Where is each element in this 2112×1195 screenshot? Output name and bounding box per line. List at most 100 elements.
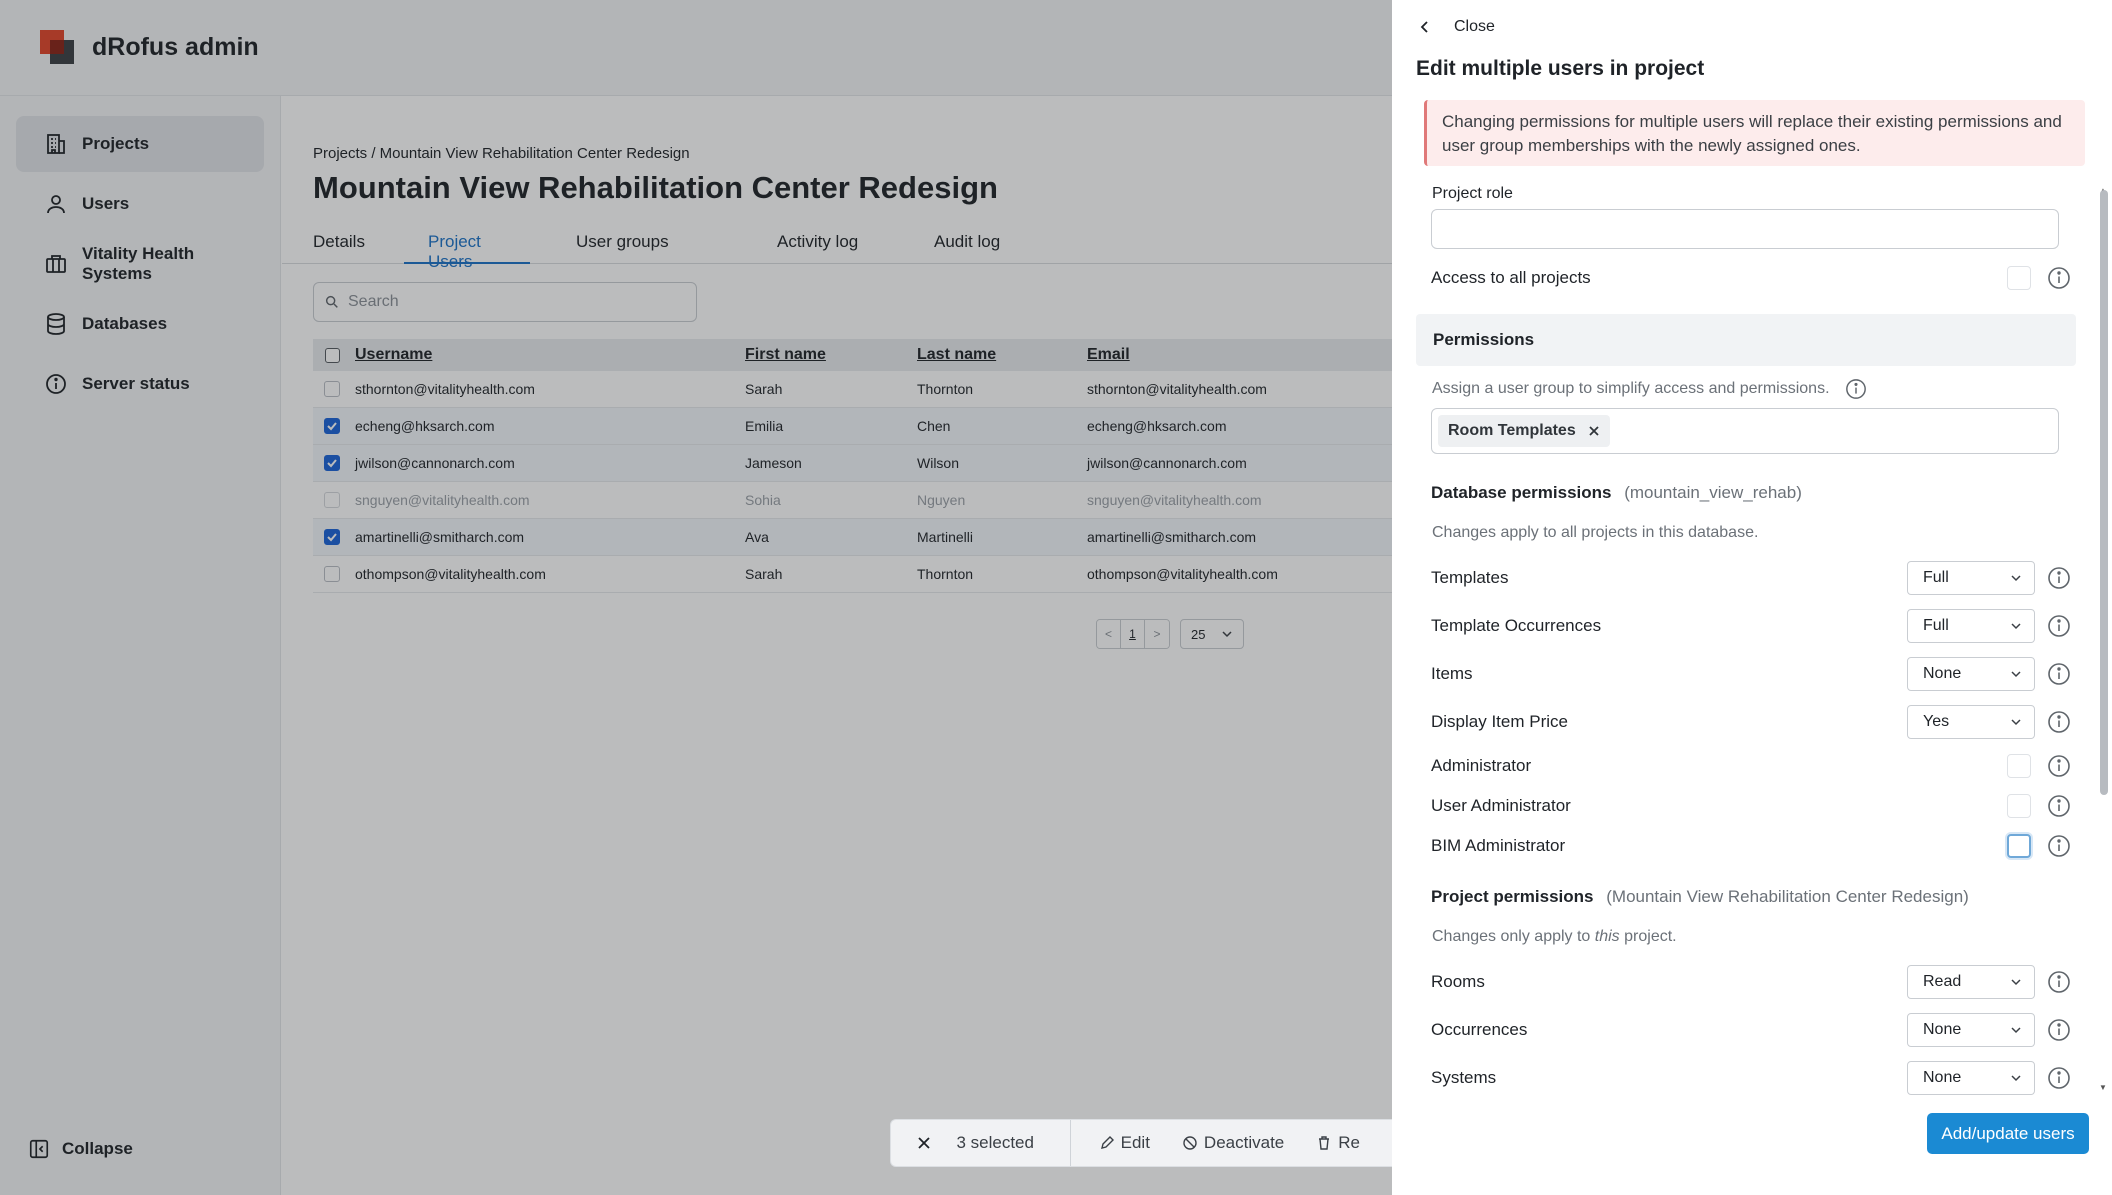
panel-title: Edit multiple users in project bbox=[1416, 57, 1705, 80]
chevron-down-icon bbox=[2011, 671, 2021, 678]
perm-name: Items bbox=[1431, 664, 1473, 683]
perm-name: Occurrences bbox=[1431, 1020, 1528, 1039]
close-panel-button[interactable]: Close bbox=[1418, 18, 1495, 36]
chevron-down-icon bbox=[2011, 979, 2021, 986]
remove-tag-icon[interactable] bbox=[1588, 425, 1600, 437]
administrator-checkbox[interactable] bbox=[2007, 754, 2031, 778]
perm-row-display-item-price: Display Item Price Yes bbox=[1431, 704, 2071, 740]
info-icon[interactable] bbox=[2047, 710, 2071, 734]
user-group-multiselect[interactable]: Room Templates bbox=[1431, 408, 2059, 454]
close-label: Close bbox=[1454, 18, 1495, 35]
bim-administrator-checkbox[interactable] bbox=[2007, 834, 2031, 858]
info-icon[interactable] bbox=[2047, 794, 2071, 818]
edit-button[interactable]: Edit bbox=[1099, 1133, 1150, 1153]
project-permissions-note: Changes only apply to this project. bbox=[1432, 928, 1677, 946]
perm-select-occurrences[interactable]: None bbox=[1907, 1013, 2035, 1047]
edit-label: Edit bbox=[1120, 1133, 1150, 1152]
perm-value: Read bbox=[1923, 973, 1962, 990]
user-group-tag-label: Room Templates bbox=[1448, 422, 1576, 439]
scroll-down-arrow[interactable]: ▼ bbox=[2099, 1083, 2107, 1092]
perm-select-systems[interactable]: None bbox=[1907, 1061, 2035, 1095]
add-update-users-button[interactable]: Add/update users bbox=[1927, 1113, 2089, 1154]
perm-value: Full bbox=[1923, 569, 1949, 586]
perm-row-items: Items None bbox=[1431, 656, 2071, 692]
chevron-down-icon bbox=[2011, 1075, 2021, 1082]
info-icon[interactable] bbox=[2047, 1018, 2071, 1042]
trash-icon bbox=[1319, 1136, 1330, 1150]
deactivate-label: Deactivate bbox=[1203, 1133, 1285, 1152]
project-note-text: Changes only apply to bbox=[1432, 928, 1595, 945]
perm-value: None bbox=[1923, 665, 1962, 682]
info-icon[interactable] bbox=[2047, 266, 2071, 290]
info-icon[interactable] bbox=[2047, 834, 2071, 858]
perm-name: Templates bbox=[1431, 568, 1509, 587]
access-all-projects-row: Access to all projects bbox=[1431, 260, 2071, 296]
close-icon bbox=[918, 1137, 930, 1149]
user-group-hint: Assign a user group to simplify access a… bbox=[1432, 380, 1830, 397]
chevron-down-icon bbox=[2011, 575, 2021, 582]
database-permissions-heading: Database permissions (mountain_view_reha… bbox=[1431, 483, 1802, 503]
database-permissions-title: Database permissions bbox=[1431, 483, 1612, 502]
perm-select-rooms[interactable]: Read bbox=[1907, 965, 2035, 999]
chevron-down-icon bbox=[2011, 1027, 2021, 1034]
project-permissions-heading: Project permissions (Mountain View Rehab… bbox=[1431, 887, 1969, 907]
panel-scrollbar[interactable] bbox=[2100, 190, 2108, 795]
perm-select-template-occurrences[interactable]: Full bbox=[1907, 609, 2035, 643]
perm-row-administrator: Administrator bbox=[1431, 748, 2071, 784]
info-icon[interactable] bbox=[2047, 970, 2071, 994]
perm-row-occurrences: Occurrences None bbox=[1431, 1012, 2071, 1048]
remove-button[interactable]: Re bbox=[1316, 1133, 1360, 1153]
pencil-icon bbox=[1100, 1136, 1114, 1149]
perm-name: User Administrator bbox=[1431, 796, 1571, 815]
chevron-down-icon bbox=[2011, 719, 2021, 726]
chevron-down-icon bbox=[2011, 623, 2021, 630]
perm-name: Administrator bbox=[1431, 756, 1532, 775]
user-group-hint-row: Assign a user group to simplify access a… bbox=[1432, 378, 1867, 400]
info-icon[interactable] bbox=[2047, 1066, 2071, 1090]
access-all-projects-checkbox[interactable] bbox=[2007, 266, 2031, 290]
modal-backdrop[interactable] bbox=[0, 0, 1392, 1195]
perm-row-bim-administrator: BIM Administrator bbox=[1431, 828, 2071, 864]
perm-select-display-item-price[interactable]: Yes bbox=[1907, 705, 2035, 739]
perm-value: Yes bbox=[1923, 713, 1950, 730]
app-root: dRofus admin Projects Users Vitality Hea… bbox=[0, 0, 2112, 1195]
permissions-heading: Permissions bbox=[1416, 314, 2076, 366]
ban-icon bbox=[1183, 1136, 1197, 1150]
clear-selection-button[interactable] bbox=[891, 1135, 956, 1151]
project-role-label: Project role bbox=[1432, 185, 1513, 202]
perm-name: Rooms bbox=[1431, 972, 1485, 991]
info-icon[interactable] bbox=[2047, 566, 2071, 590]
user-administrator-checkbox[interactable] bbox=[2007, 794, 2031, 818]
perm-name: BIM Administrator bbox=[1431, 836, 1566, 855]
perm-row-rooms: Rooms Read bbox=[1431, 964, 2071, 1000]
perm-select-items[interactable]: None bbox=[1907, 657, 2035, 691]
perm-row-user-administrator: User Administrator bbox=[1431, 788, 2071, 824]
bulk-action-bar: 3 selected Edit Deactivate Re bbox=[890, 1119, 1392, 1167]
access-all-projects-label: Access to all projects bbox=[1431, 268, 1591, 287]
info-icon[interactable] bbox=[2047, 662, 2071, 686]
perm-row-template-occurrences: Template Occurrences Full bbox=[1431, 608, 2071, 644]
selected-count: 3 selected bbox=[956, 1133, 1034, 1152]
project-note-emphasis: this bbox=[1594, 928, 1620, 945]
perm-select-templates[interactable]: Full bbox=[1907, 561, 2035, 595]
project-permissions-title: Project permissions bbox=[1431, 887, 1594, 906]
chevron-left-icon bbox=[1420, 21, 1428, 33]
project-role-input[interactable] bbox=[1431, 209, 2059, 249]
warning-alert: Changing permissions for multiple users … bbox=[1424, 100, 2085, 166]
database-name: (mountain_view_rehab) bbox=[1624, 483, 1802, 502]
user-group-tag: Room Templates bbox=[1438, 415, 1610, 447]
edit-users-panel: Close Edit multiple users in project Cha… bbox=[1392, 0, 2112, 1195]
perm-row-systems: Systems None bbox=[1431, 1060, 2071, 1096]
database-permissions-note: Changes apply to all projects in this da… bbox=[1432, 524, 1759, 541]
info-icon[interactable] bbox=[2047, 754, 2071, 778]
perm-name: Template Occurrences bbox=[1431, 616, 1602, 635]
divider bbox=[1069, 1120, 1071, 1166]
remove-label: Re bbox=[1338, 1133, 1360, 1152]
project-name: (Mountain View Rehabilitation Center Red… bbox=[1606, 887, 1969, 906]
perm-name: Systems bbox=[1431, 1068, 1497, 1087]
info-icon[interactable] bbox=[1845, 378, 1867, 400]
project-note-text-end: project. bbox=[1619, 928, 1677, 945]
info-icon[interactable] bbox=[2047, 614, 2071, 638]
deactivate-button[interactable]: Deactivate bbox=[1182, 1133, 1284, 1153]
perm-value: Full bbox=[1923, 617, 1949, 634]
